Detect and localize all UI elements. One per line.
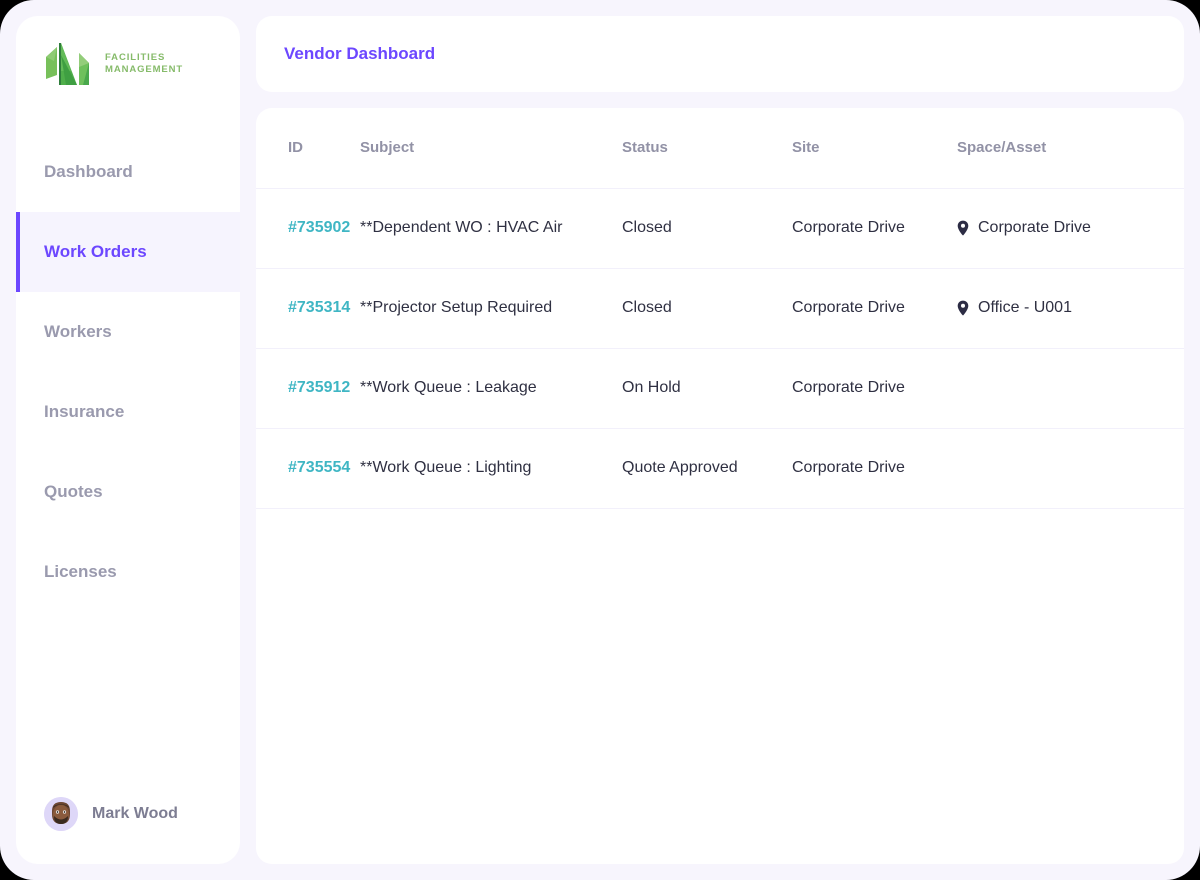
location-pin-icon — [957, 220, 969, 236]
location-pin-icon — [957, 300, 969, 316]
sidebar: FACILITIES MANAGEMENT Dashboard Work Ord… — [16, 16, 240, 864]
table-header: ID Subject Status Site Space/Asset — [256, 108, 1184, 188]
sidebar-item-label: Workers — [44, 322, 112, 342]
cell-id: #735554 — [256, 428, 360, 508]
table-row[interactable]: #735554 **Work Queue : Lighting Quote Ap… — [256, 428, 1184, 508]
facilities-logo-mark-icon — [44, 41, 96, 87]
cell-status: On Hold — [622, 348, 792, 428]
user-name: Mark Wood — [92, 805, 178, 823]
cell-subject: **Work Queue : Leakage — [360, 348, 622, 428]
cell-site: Corporate Drive — [792, 428, 957, 508]
work-order-id-link[interactable]: #735912 — [288, 379, 350, 396]
brand-wordmark: FACILITIES MANAGEMENT — [105, 52, 183, 75]
cell-subject: **Work Queue : Lighting — [360, 428, 622, 508]
work-orders-table: ID Subject Status Site Space/Asset #7359… — [256, 108, 1184, 509]
sidebar-item-workers[interactable]: Workers — [16, 292, 240, 372]
app-shell: FACILITIES MANAGEMENT Dashboard Work Ord… — [0, 0, 1200, 880]
column-header-status[interactable]: Status — [622, 108, 792, 188]
brand-wordmark-line2: MANAGEMENT — [105, 64, 183, 76]
table-row[interactable]: #735314 **Projector Setup Required Close… — [256, 268, 1184, 348]
cell-subject: **Projector Setup Required — [360, 268, 622, 348]
cell-id: #735314 — [256, 268, 360, 348]
table-body: #735902 **Dependent WO : HVAC Air Closed… — [256, 188, 1184, 508]
sidebar-item-work-orders[interactable]: Work Orders — [16, 212, 240, 292]
sidebar-item-label: Licenses — [44, 562, 117, 582]
cell-space-asset — [957, 348, 1184, 428]
sidebar-item-label: Insurance — [44, 402, 124, 422]
table-row[interactable]: #735912 **Work Queue : Leakage On Hold C… — [256, 348, 1184, 428]
table-row[interactable]: #735902 **Dependent WO : HVAC Air Closed… — [256, 188, 1184, 268]
sidebar-item-dashboard[interactable]: Dashboard — [16, 132, 240, 212]
cell-id: #735912 — [256, 348, 360, 428]
sidebar-item-quotes[interactable]: Quotes — [16, 452, 240, 532]
work-order-id-link[interactable]: #735902 — [288, 219, 350, 236]
cell-status: Closed — [622, 188, 792, 268]
cell-site: Corporate Drive — [792, 188, 957, 268]
brand-logo[interactable]: FACILITIES MANAGEMENT — [16, 16, 240, 112]
sidebar-item-licenses[interactable]: Licenses — [16, 532, 240, 612]
sidebar-item-label: Dashboard — [44, 162, 133, 182]
work-order-id-link[interactable]: #735554 — [288, 459, 350, 476]
user-profile[interactable]: Mark Wood — [16, 764, 240, 864]
sidebar-item-label: Quotes — [44, 482, 103, 502]
cell-space-asset: Corporate Drive — [957, 188, 1184, 268]
cell-status: Quote Approved — [622, 428, 792, 508]
column-header-subject[interactable]: Subject — [360, 108, 622, 188]
sidebar-item-insurance[interactable]: Insurance — [16, 372, 240, 452]
avatar — [44, 797, 78, 831]
topbar: Vendor Dashboard — [256, 16, 1184, 92]
cell-site: Corporate Drive — [792, 268, 957, 348]
sidebar-item-label: Work Orders — [44, 242, 147, 262]
page-title[interactable]: Vendor Dashboard — [284, 44, 435, 64]
cell-space-asset — [957, 428, 1184, 508]
space-asset-label: Office - U001 — [978, 299, 1072, 317]
cell-subject: **Dependent WO : HVAC Air — [360, 188, 622, 268]
column-header-id[interactable]: ID — [256, 108, 360, 188]
brand-wordmark-line1: FACILITIES — [105, 52, 183, 64]
cell-site: Corporate Drive — [792, 348, 957, 428]
cell-space-asset: Office - U001 — [957, 268, 1184, 348]
cell-status: Closed — [622, 268, 792, 348]
cell-id: #735902 — [256, 188, 360, 268]
table-header-row: ID Subject Status Site Space/Asset — [256, 108, 1184, 188]
column-header-space-asset[interactable]: Space/Asset — [957, 108, 1184, 188]
sidebar-nav: Dashboard Work Orders Workers Insurance … — [16, 132, 240, 612]
work-orders-card: ID Subject Status Site Space/Asset #7359… — [256, 108, 1184, 864]
column-header-site[interactable]: Site — [792, 108, 957, 188]
main-content: Vendor Dashboard ID Subject Status Site … — [256, 16, 1184, 864]
work-order-id-link[interactable]: #735314 — [288, 299, 350, 316]
space-asset-label: Corporate Drive — [978, 219, 1091, 237]
